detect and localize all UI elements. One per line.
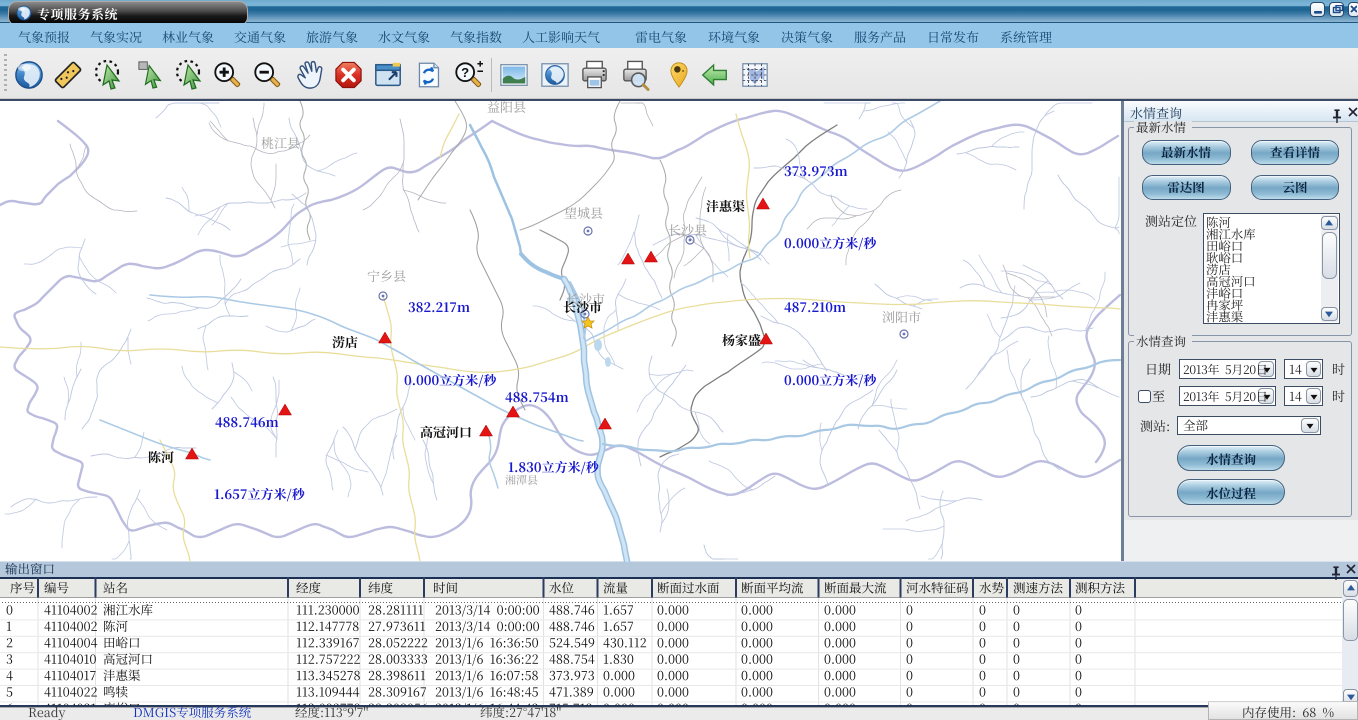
svg-text:?: ? xyxy=(461,65,469,80)
